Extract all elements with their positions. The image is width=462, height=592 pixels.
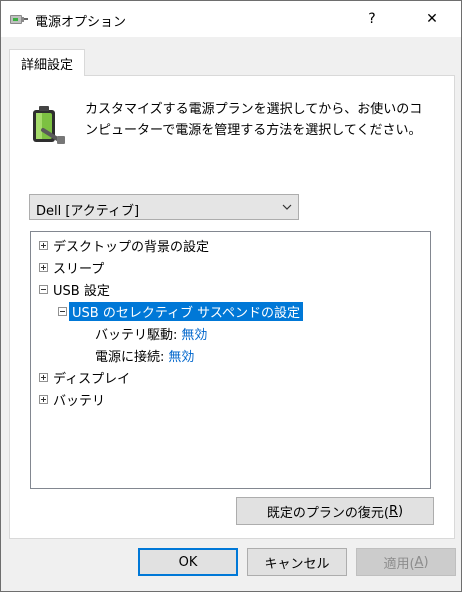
ok-button[interactable]: OK (138, 548, 238, 576)
expand-icon[interactable] (39, 263, 48, 272)
power-plug-icon (10, 15, 28, 24)
title-bar[interactable]: 電源オプション ? ✕ (1, 1, 461, 37)
expand-icon[interactable] (39, 241, 48, 250)
power-plan-dropdown[interactable]: Dell [アクティブ] (29, 194, 299, 220)
on-battery-value-link[interactable]: 無効 (181, 324, 207, 343)
tree-item-battery[interactable]: バッテリ (39, 389, 105, 410)
tree-item-usb-selective-suspend[interactable]: USB のセレクティブ サスペンドの設定 (58, 301, 304, 322)
settings-tree[interactable]: デスクトップの背景の設定 スリープ USB 設定 USB のセレクティブ サスペ… (30, 231, 431, 489)
tree-item-usb-settings[interactable]: USB 設定 (39, 279, 110, 300)
selected-plan: Dell [アクティブ] (36, 204, 140, 219)
plugged-in-value-link[interactable]: 無効 (168, 346, 194, 365)
chevron-down-icon (282, 204, 292, 210)
expand-icon[interactable] (39, 373, 48, 382)
cancel-button[interactable]: キャンセル (247, 548, 347, 576)
collapse-icon[interactable] (58, 307, 67, 316)
tree-item-on-battery: バッテリ駆動: 無効 (95, 323, 207, 344)
power-options-dialog: 電源オプション ? ✕ 詳細設定 カスタマイズする電源プランを選択してから、お使… (0, 0, 462, 592)
apply-button[interactable]: 適用(A) (356, 548, 456, 576)
battery-plug-icon (33, 106, 65, 144)
tree-item-display[interactable]: ディスプレイ (39, 367, 130, 388)
tree-item-plugged-in: 電源に接続: 無効 (95, 345, 194, 366)
description-text: カスタマイズする電源プランを選択してから、お使いのコンピューターで電源を管理する… (85, 102, 423, 138)
tree-item-sleep[interactable]: スリープ (39, 257, 104, 278)
close-button[interactable]: ✕ (409, 1, 455, 37)
tab-advanced-settings[interactable]: 詳細設定 (9, 49, 85, 76)
tree-item-desktop-background[interactable]: デスクトップの背景の設定 (39, 235, 209, 256)
window-title: 電源オプション (35, 15, 127, 30)
collapse-icon[interactable] (39, 285, 48, 294)
restore-defaults-button[interactable]: 既定のプランの復元(R) (236, 497, 434, 525)
help-button[interactable]: ? (349, 1, 395, 37)
expand-icon[interactable] (39, 395, 48, 404)
